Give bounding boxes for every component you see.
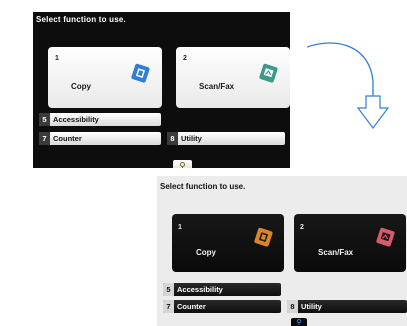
row-label: Utility <box>181 134 202 143</box>
row-label: Accessibility <box>177 285 223 294</box>
tile-label: Copy <box>196 248 216 257</box>
row-label: Accessibility <box>53 115 99 124</box>
row-number: 8 <box>167 132 178 145</box>
scan-fax-tile[interactable]: 2 Scan/Fax <box>294 214 406 272</box>
tile-number: 2 <box>300 224 304 231</box>
tile-number: 1 <box>178 224 182 231</box>
row-label: Counter <box>177 302 206 311</box>
curved-down-arrow-icon <box>306 42 390 129</box>
tile-label: Scan/Fax <box>199 82 235 91</box>
tile-label: Scan/Fax <box>318 248 354 257</box>
function-screen-dark: Select function to use. 1 Copy 2 Scan/Fa… <box>33 12 290 168</box>
key-icon <box>296 319 302 325</box>
row-label: Counter <box>53 134 82 143</box>
row-accessibility[interactable]: 5 Accessibility <box>163 283 281 296</box>
row-number: 5 <box>39 113 50 126</box>
row-counter[interactable]: 7 Counter <box>163 300 281 313</box>
row-utility[interactable]: 8 Utility <box>167 132 285 145</box>
row-number: 5 <box>163 283 174 296</box>
scan-fax-tile[interactable]: 2 Scan/Fax <box>176 47 290 108</box>
copy-icon <box>131 63 150 83</box>
copy-icon <box>254 227 273 247</box>
copy-tile[interactable]: 1 Copy <box>172 214 284 272</box>
row-label: Utility <box>301 302 322 311</box>
row-accessibility[interactable]: 5 Accessibility <box>39 113 161 126</box>
screen-title: Select function to use. <box>36 15 126 24</box>
row-utility[interactable]: 8 Utility <box>287 300 407 313</box>
row-number: 7 <box>163 300 174 313</box>
screen-title: Select function to use. <box>160 182 246 191</box>
row-number: 7 <box>39 132 50 145</box>
row-number: 8 <box>287 300 298 313</box>
tile-number: 1 <box>55 55 59 62</box>
scan-fax-icon <box>376 227 395 247</box>
tile-number: 2 <box>183 55 187 62</box>
key-tab[interactable] <box>291 318 307 326</box>
function-screen-light: Select function to use. 1 Copy 2 Scan/Fa… <box>157 176 407 326</box>
copy-tile[interactable]: 1 Copy <box>48 47 162 108</box>
row-counter[interactable]: 7 Counter <box>39 132 161 145</box>
key-tab[interactable] <box>173 160 192 168</box>
tile-label: Copy <box>71 82 91 91</box>
scan-fax-icon <box>259 63 278 83</box>
key-icon <box>180 162 185 168</box>
